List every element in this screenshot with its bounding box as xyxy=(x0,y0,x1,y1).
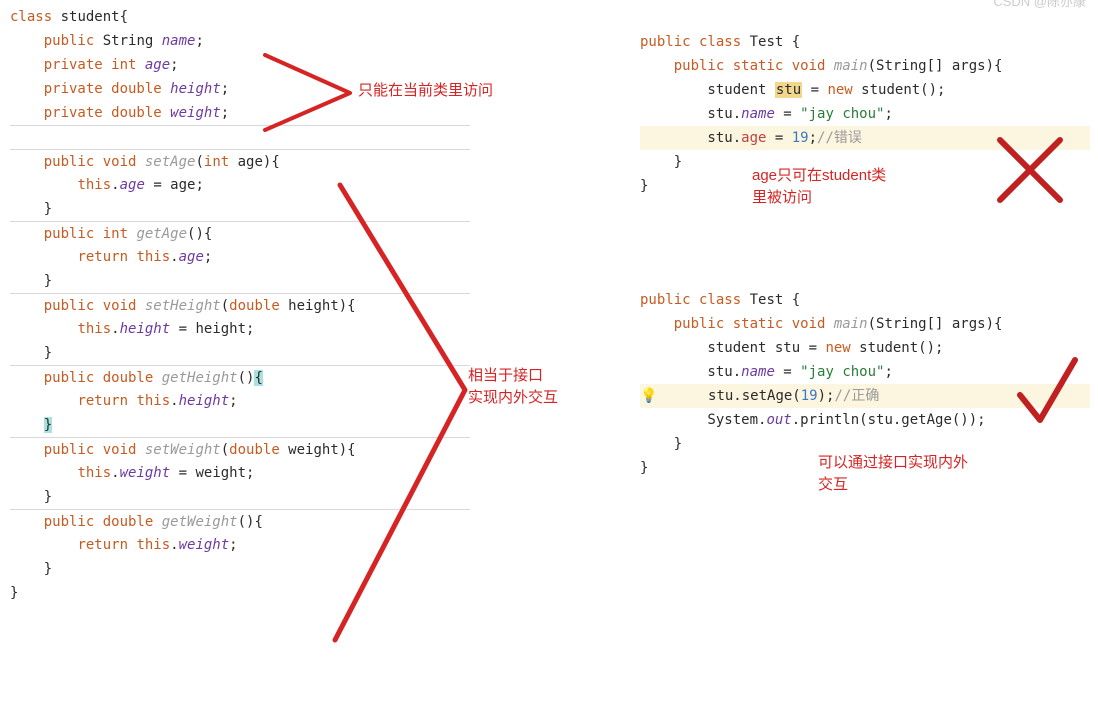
annotation-interface-ok: 可以通过接口实现内外 交互 xyxy=(818,452,968,496)
lightbulb-icon: 💡 xyxy=(640,388,657,404)
right-code-group: public class Test { public static void m… xyxy=(640,30,1090,480)
watermark: CSDN @陈亦康 xyxy=(993,0,1086,10)
annotation-interface: 相当于接口 实现内外交互 xyxy=(468,365,558,409)
error-field: age xyxy=(741,130,766,146)
annotation-age-error: age只可在student类 里被访问 xyxy=(752,165,886,209)
annotation-private-access: 只能在当前类里访问 xyxy=(358,80,493,102)
